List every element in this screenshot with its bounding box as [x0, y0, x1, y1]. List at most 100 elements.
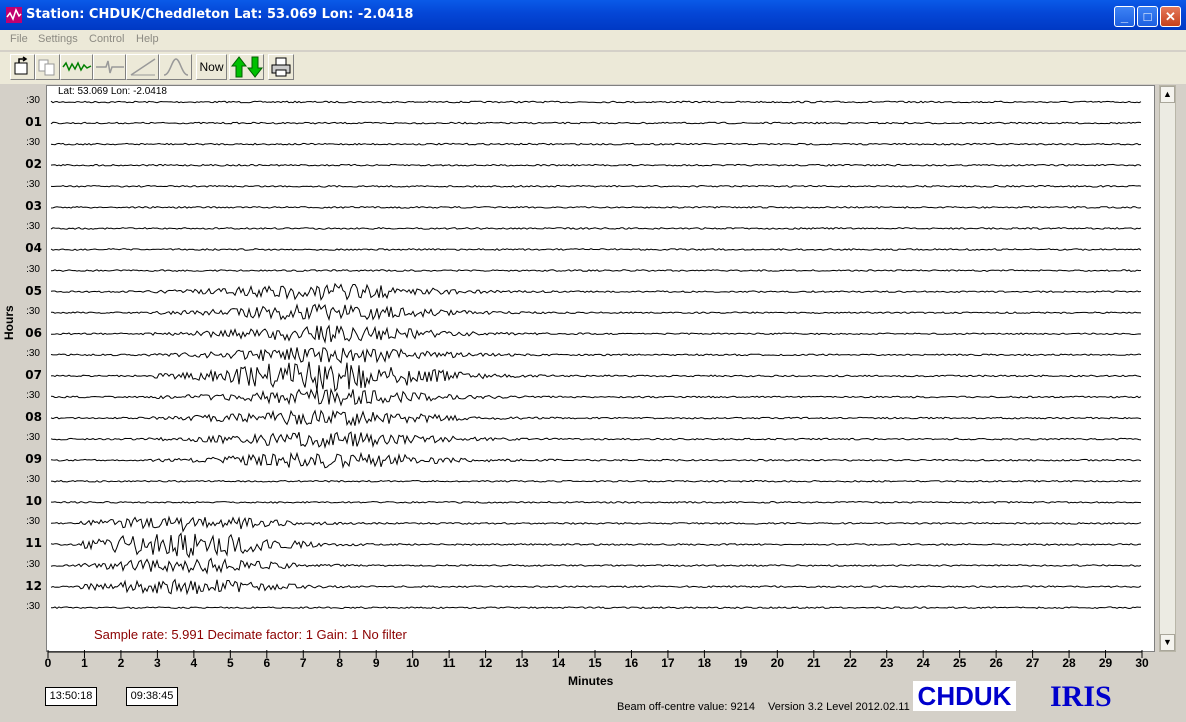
trace-line	[50, 163, 1142, 167]
trace-line	[50, 205, 1142, 209]
minute-tick-label: 6	[263, 656, 271, 670]
minute-tick-label: 13	[515, 656, 529, 670]
half-hour-label: :30	[26, 600, 40, 612]
minute-tick-label: 24	[916, 656, 930, 670]
minute-tick-label: 16	[624, 656, 639, 670]
close-icon: ✕	[1165, 9, 1176, 24]
toolbar: Now	[0, 52, 1186, 84]
half-hour-label: :30	[26, 389, 40, 401]
copy-icon	[38, 59, 55, 76]
trace-line	[50, 347, 1142, 364]
trace-line	[50, 226, 1142, 230]
filter-button[interactable]	[93, 54, 126, 80]
half-hour-label: :30	[26, 516, 40, 528]
spectrum-button[interactable]	[159, 54, 192, 80]
now-label: Now	[199, 60, 224, 74]
minute-tick-label: 10	[405, 656, 420, 670]
filter-icon	[96, 60, 124, 74]
minute-tick-label: 19	[734, 656, 748, 670]
hour-label: 05	[25, 283, 42, 298]
copy-button[interactable]	[35, 54, 60, 80]
waveform-button[interactable]	[60, 54, 93, 80]
helicorder-traces	[50, 100, 1142, 610]
waveform-icon	[62, 61, 92, 72]
trace-line	[50, 121, 1142, 125]
title-bar: Station: CHDUK/Cheddleton Lat: 53.069 Lo…	[0, 0, 1186, 30]
trace-line	[50, 142, 1142, 146]
half-hour-label: :30	[26, 95, 40, 106]
hour-label: 01	[25, 115, 42, 130]
chduk-logo: CHDUK	[913, 681, 1016, 711]
minute-tick-label: 0	[44, 656, 52, 670]
sample-rate-info: Sample rate: 5.991 Decimate factor: 1 Ga…	[94, 627, 407, 642]
trace-line	[50, 248, 1142, 251]
minimize-button[interactable]: _	[1114, 6, 1135, 27]
slope-icon	[130, 58, 156, 76]
trace-line	[50, 431, 1142, 449]
maximize-button[interactable]: □	[1137, 6, 1158, 27]
minute-tick-label: 7	[299, 656, 307, 670]
trace-line	[50, 532, 1142, 559]
window-title: Station: CHDUK/Cheddleton Lat: 53.069 Lo…	[26, 7, 414, 22]
minute-tick-label: 17	[661, 656, 675, 670]
half-hour-label: :30	[26, 347, 40, 359]
menu-bar: File Settings Control Help	[0, 30, 1186, 50]
minimize-icon: _	[1120, 9, 1129, 24]
scroll-down-button[interactable]: ▼	[1160, 634, 1175, 651]
beam-off-centre-text: Beam off-centre value: 9214	[617, 701, 755, 713]
now-button[interactable]: Now	[196, 54, 227, 80]
menu-control[interactable]: Control	[89, 33, 124, 45]
minute-tick-label: 22	[843, 656, 857, 670]
trace-line	[50, 387, 1142, 407]
scroll-up-button[interactable]: ▲	[1160, 86, 1175, 103]
hour-label: 09	[25, 452, 42, 467]
trace-line	[50, 282, 1142, 302]
hours-axis-label: Hours	[2, 305, 16, 340]
trace-line	[50, 324, 1142, 344]
print-button[interactable]	[268, 54, 294, 80]
half-hour-label: :30	[26, 432, 40, 444]
half-hour-label: :30	[26, 179, 40, 191]
minute-tick-label: 20	[770, 656, 784, 670]
hour-label: 02	[25, 157, 42, 172]
trace-line	[50, 361, 1142, 393]
minute-tick-label: 18	[697, 656, 712, 670]
latlon-label: Lat: 53.069 Lon: -2.0418	[58, 86, 167, 97]
seismogram-canvas[interactable]	[46, 85, 1155, 652]
half-hour-label: :30	[26, 263, 40, 275]
hour-label: 12	[25, 578, 42, 593]
iris-logo: IRIS	[1050, 680, 1112, 713]
trace-line	[50, 578, 1142, 596]
minute-tick-label: 15	[588, 656, 602, 670]
current-time-box: 13:50:18	[45, 687, 97, 706]
minute-tick-label: 5	[226, 656, 234, 670]
half-hour-label: :30	[26, 558, 40, 570]
half-hour-label: :30	[26, 474, 40, 486]
arrow-down-icon: ▼	[1163, 637, 1172, 647]
menu-help[interactable]: Help	[136, 33, 159, 45]
menu-settings[interactable]: Settings	[38, 33, 78, 45]
minute-tick-label: 29	[1098, 656, 1113, 670]
gain-up-down-button[interactable]	[229, 54, 264, 80]
slope-button[interactable]	[126, 54, 159, 80]
trace-line	[50, 479, 1142, 483]
trace-line	[50, 184, 1142, 188]
minute-tick-label: 14	[551, 656, 566, 670]
minute-tick-label: 4	[190, 656, 198, 670]
arrow-up-icon: ▲	[1163, 89, 1172, 99]
vertical-scrollbar[interactable]: ▲ ▼	[1159, 85, 1176, 652]
open-file-button[interactable]	[10, 54, 35, 80]
minutes-axis-label: Minutes	[568, 674, 614, 688]
hour-label: 04	[25, 241, 42, 256]
close-button[interactable]: ✕	[1160, 6, 1181, 27]
trace-line	[50, 557, 1142, 575]
hour-label: 07	[25, 367, 42, 382]
trace-line	[51, 303, 1142, 322]
minute-tick-label: 1	[81, 656, 88, 670]
minute-tick-label: 25	[952, 656, 967, 670]
minute-tick-label: 11	[442, 656, 456, 670]
minute-tick-label: 26	[989, 656, 1003, 670]
menu-file[interactable]: File	[10, 33, 28, 45]
trace-line	[50, 515, 1142, 533]
maximize-icon: □	[1143, 9, 1152, 24]
